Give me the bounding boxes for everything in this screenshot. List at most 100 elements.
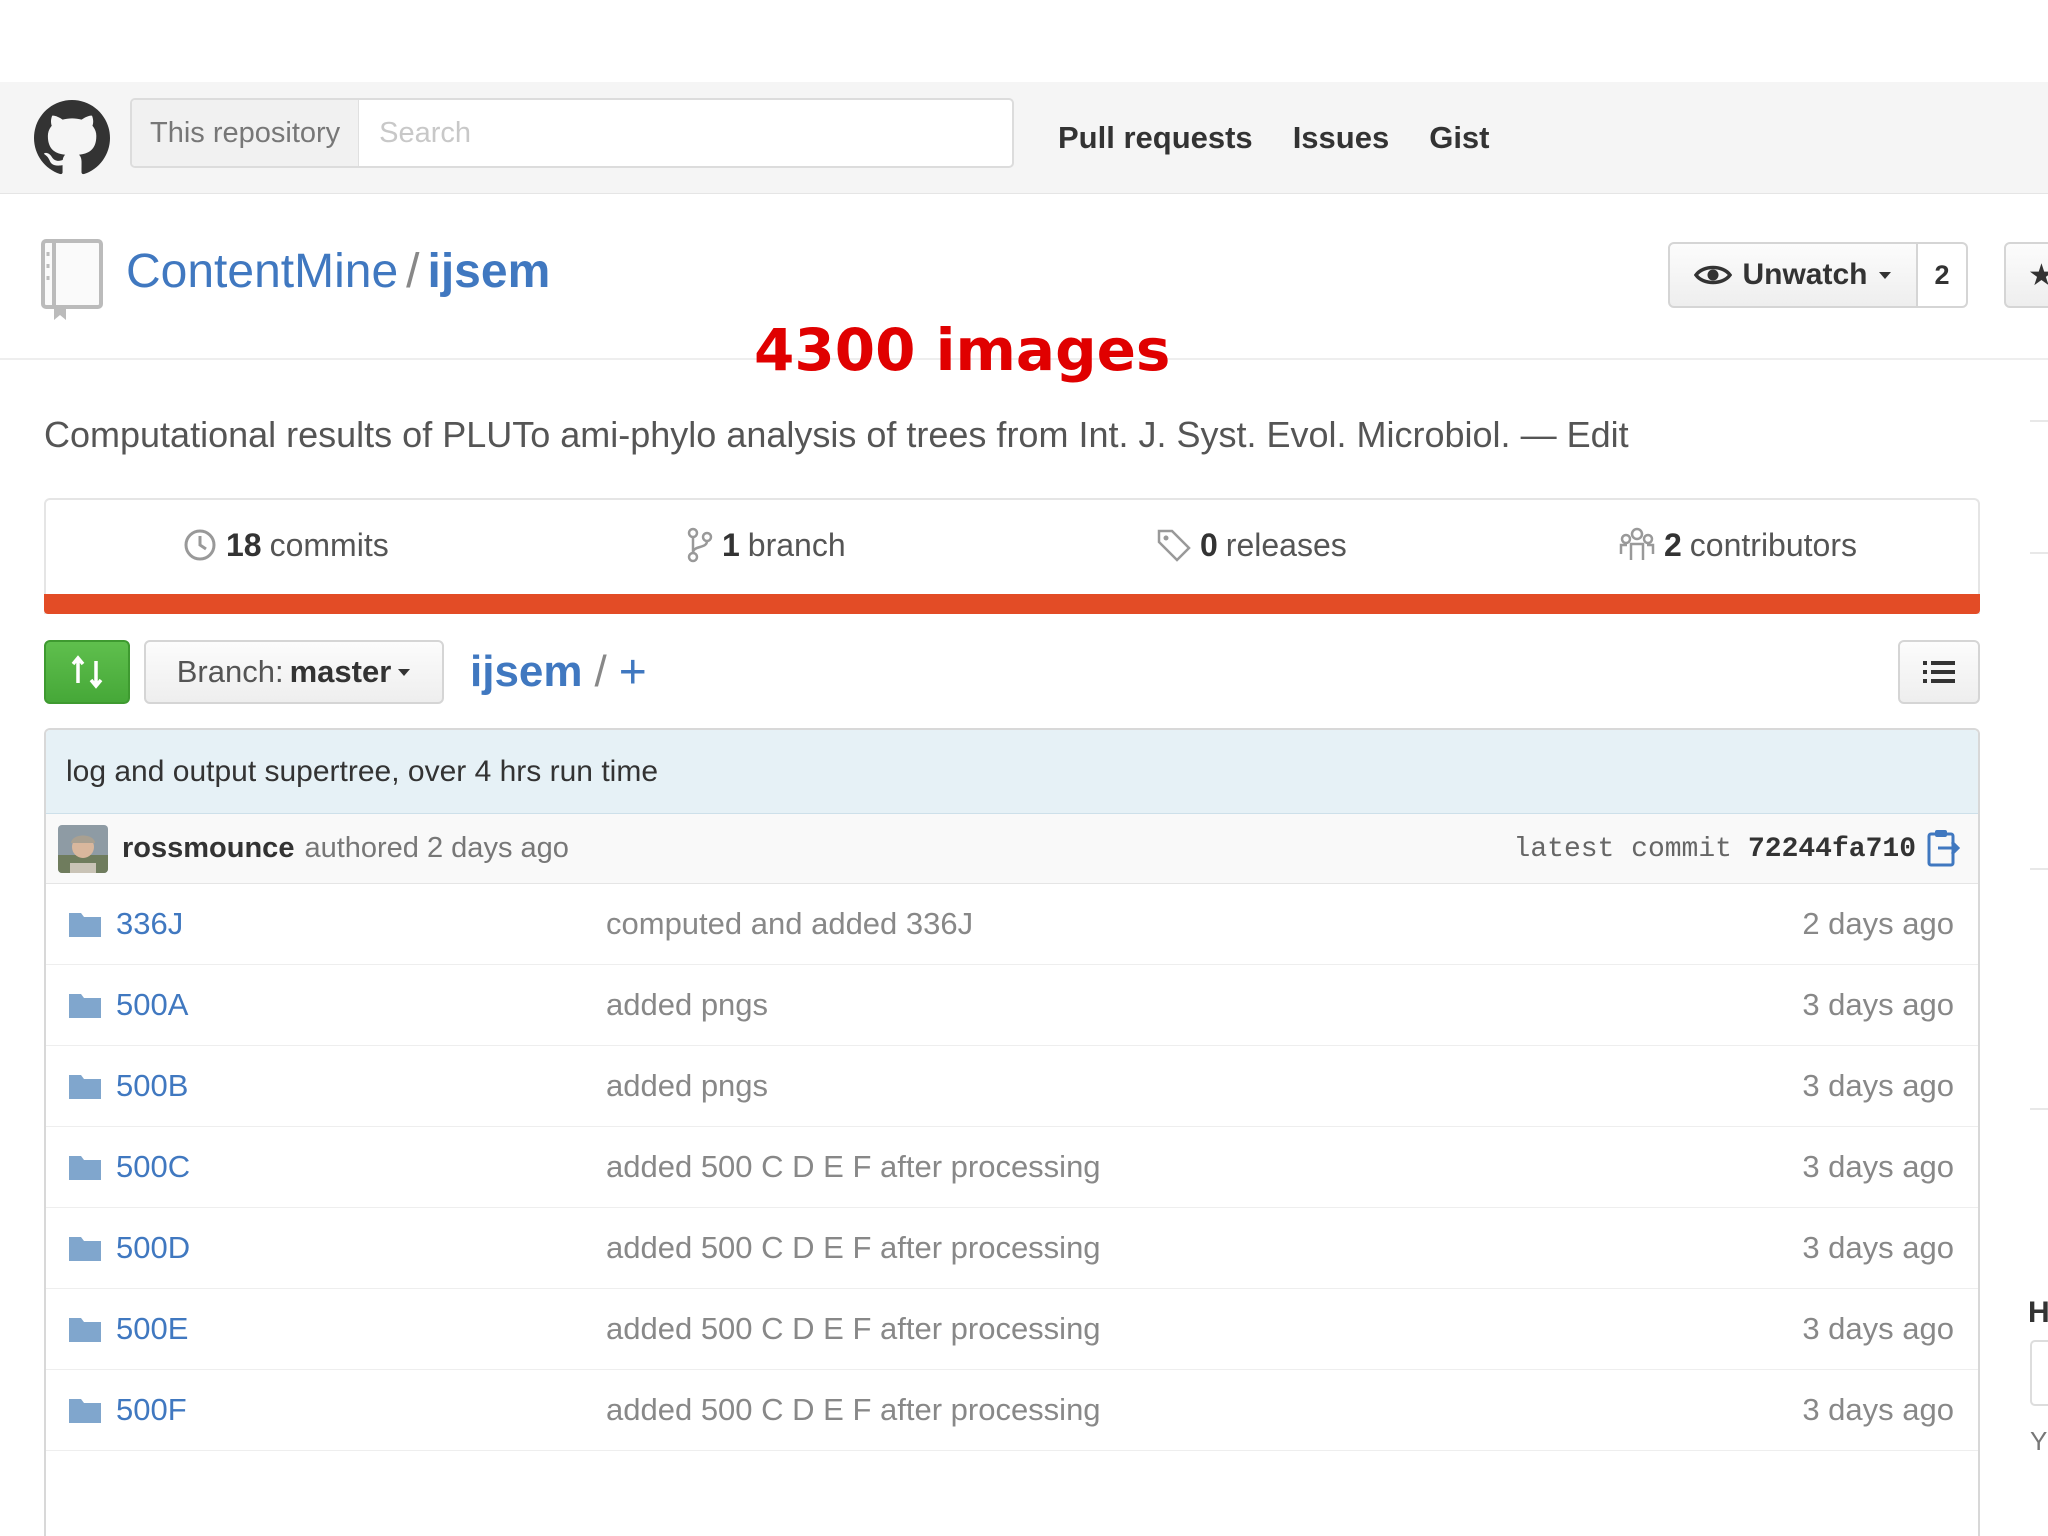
sidebar-heading-fragment: H xyxy=(2028,1296,2048,1329)
contributors-count: 2 xyxy=(1664,526,1682,563)
file-name-link[interactable]: 500B xyxy=(116,1068,188,1104)
file-name-link[interactable]: 336J xyxy=(116,906,183,942)
file-commit-message[interactable]: added 500 C D E F after processing xyxy=(606,1311,1101,1347)
file-commit-message[interactable]: added pngs xyxy=(606,1068,768,1104)
commit-sha-group: latest commit 72244fa710 xyxy=(1514,814,1916,884)
file-table: log and output supertree, over 4 hrs run… xyxy=(44,728,1980,1536)
unwatch-button[interactable]: Unwatch xyxy=(1668,242,1918,308)
file-age: 2 days ago xyxy=(1802,906,1954,941)
repo-title: ContentMine / ijsem xyxy=(126,244,550,299)
github-logo-icon[interactable] xyxy=(34,100,110,176)
file-commit-message[interactable]: added pngs xyxy=(606,987,768,1023)
branches-label: branch xyxy=(747,526,846,563)
commits-summary[interactable]: 18 commits xyxy=(182,520,389,570)
search-input[interactable] xyxy=(359,100,1012,166)
file-age: 3 days ago xyxy=(1802,987,1954,1022)
file-age: 3 days ago xyxy=(1802,1311,1954,1346)
file-row[interactable]: 500C added 500 C D E F after processing … xyxy=(46,1127,1978,1208)
header-nav: Pull requests Issues Gist xyxy=(1058,82,1490,194)
commits-count: 18 xyxy=(226,526,262,563)
sidebar-edge-divider xyxy=(2030,420,2048,422)
eye-icon xyxy=(1694,265,1733,285)
sidebar-edge-divider xyxy=(2030,1108,2048,1110)
branches-summary[interactable]: 1 branch xyxy=(686,520,846,570)
commit-author-link[interactable]: rossmounce xyxy=(122,832,294,865)
branch-icon xyxy=(687,527,713,563)
releases-count: 0 xyxy=(1200,526,1218,563)
file-age: 3 days ago xyxy=(1802,1392,1954,1427)
file-name-link[interactable]: 500D xyxy=(116,1230,190,1266)
commit-sha-link[interactable]: 72244fa710 xyxy=(1748,834,1916,865)
repo-owner-link[interactable]: ContentMine xyxy=(126,245,398,298)
file-age: 3 days ago xyxy=(1802,1149,1954,1184)
list-icon xyxy=(1923,661,1955,683)
caret-down-icon xyxy=(1878,272,1891,279)
folder-icon xyxy=(69,1318,101,1342)
file-commit-message[interactable]: added 500 C D E F after processing xyxy=(606,1392,1101,1428)
repo-description: Computational results of PLUTo ami-phylo… xyxy=(44,414,1629,455)
compare-icon xyxy=(71,655,103,689)
folder-icon xyxy=(69,1156,101,1180)
list-view-button[interactable] xyxy=(1898,640,1980,704)
history-icon xyxy=(184,529,216,561)
site-header: This repository Pull requests Issues Gis… xyxy=(0,82,2048,194)
nav-issues[interactable]: Issues xyxy=(1293,120,1390,156)
file-row[interactable]: 500A added pngs 3 days ago xyxy=(46,965,1978,1046)
repo-name-link[interactable]: ijsem xyxy=(428,245,551,298)
compare-button[interactable] xyxy=(44,640,130,704)
file-commit-message[interactable]: added 500 C D E F after processing xyxy=(606,1230,1101,1266)
folder-icon xyxy=(69,1075,101,1099)
file-row[interactable]: 500E added 500 C D E F after processing … xyxy=(46,1289,1978,1370)
commit-authored-time: authored 2 days ago xyxy=(304,832,569,864)
branch-select-button[interactable]: Branch: master xyxy=(144,640,444,704)
search-box: This repository xyxy=(130,98,1014,168)
branch-name: master xyxy=(289,654,392,689)
folder-icon xyxy=(69,913,101,937)
file-name-link[interactable]: 500C xyxy=(116,1149,190,1185)
clone-url-input-fragment[interactable] xyxy=(2030,1340,2048,1406)
annotation-label: 4300 images xyxy=(754,316,1171,384)
commits-label: commits xyxy=(269,526,389,563)
clipboard-icon[interactable] xyxy=(1926,828,1960,868)
tag-icon xyxy=(1157,529,1191,562)
file-commit-message[interactable]: computed and added 336J xyxy=(606,906,973,942)
file-row[interactable]: 500F added 500 C D E F after processing … xyxy=(46,1370,1978,1451)
language-bar[interactable] xyxy=(44,594,1980,614)
repo-icon xyxy=(41,239,103,320)
file-commit-message[interactable]: added 500 C D E F after processing xyxy=(606,1149,1101,1185)
nav-pull-requests[interactable]: Pull requests xyxy=(1058,120,1253,156)
repo-title-separator: / xyxy=(406,245,420,298)
branches-count: 1 xyxy=(722,526,740,563)
file-name-link[interactable]: 500A xyxy=(116,987,188,1023)
file-row[interactable]: 336J computed and added 336J 2 days ago xyxy=(46,884,1978,965)
breadcrumb-separator: / xyxy=(594,647,607,696)
organization-icon xyxy=(1619,527,1655,560)
watch-group: Unwatch 2 xyxy=(1668,242,1968,308)
latest-commit-label: latest commit xyxy=(1513,833,1732,865)
branch-prefix: Branch: xyxy=(176,654,284,689)
nav-gist[interactable]: Gist xyxy=(1429,120,1489,156)
folder-icon xyxy=(69,994,101,1018)
breadcrumb: ijsem / + xyxy=(470,640,647,704)
star-button[interactable]: ★ xyxy=(2004,242,2048,308)
folder-icon xyxy=(69,1399,101,1423)
file-age: 3 days ago xyxy=(1802,1068,1954,1103)
file-row[interactable]: 500D added 500 C D E F after processing … xyxy=(46,1208,1978,1289)
contributors-summary[interactable]: 2 contributors xyxy=(1618,520,1857,570)
avatar[interactable] xyxy=(58,824,108,873)
watch-count[interactable]: 2 xyxy=(1918,242,1968,308)
contributors-label: contributors xyxy=(1689,526,1857,563)
folder-icon xyxy=(69,1237,101,1261)
file-name-link[interactable]: 500F xyxy=(116,1392,187,1428)
unwatch-label: Unwatch xyxy=(1742,258,1868,291)
file-name-link[interactable]: 500E xyxy=(116,1311,188,1347)
new-file-button[interactable]: + xyxy=(619,645,647,700)
search-scope-label[interactable]: This repository xyxy=(132,100,360,166)
commit-meta: rossmounce authored 2 days ago latest co… xyxy=(46,814,1978,884)
file-row[interactable]: 500B added pngs 3 days ago xyxy=(46,1046,1978,1127)
latest-commit-message[interactable]: log and output supertree, over 4 hrs run… xyxy=(46,730,1978,814)
file-age: 3 days ago xyxy=(1802,1230,1954,1265)
breadcrumb-root-link[interactable]: ijsem xyxy=(470,647,583,697)
releases-summary[interactable]: 0 releases xyxy=(1156,520,1347,570)
sidebar-edge-divider xyxy=(2030,868,2048,870)
